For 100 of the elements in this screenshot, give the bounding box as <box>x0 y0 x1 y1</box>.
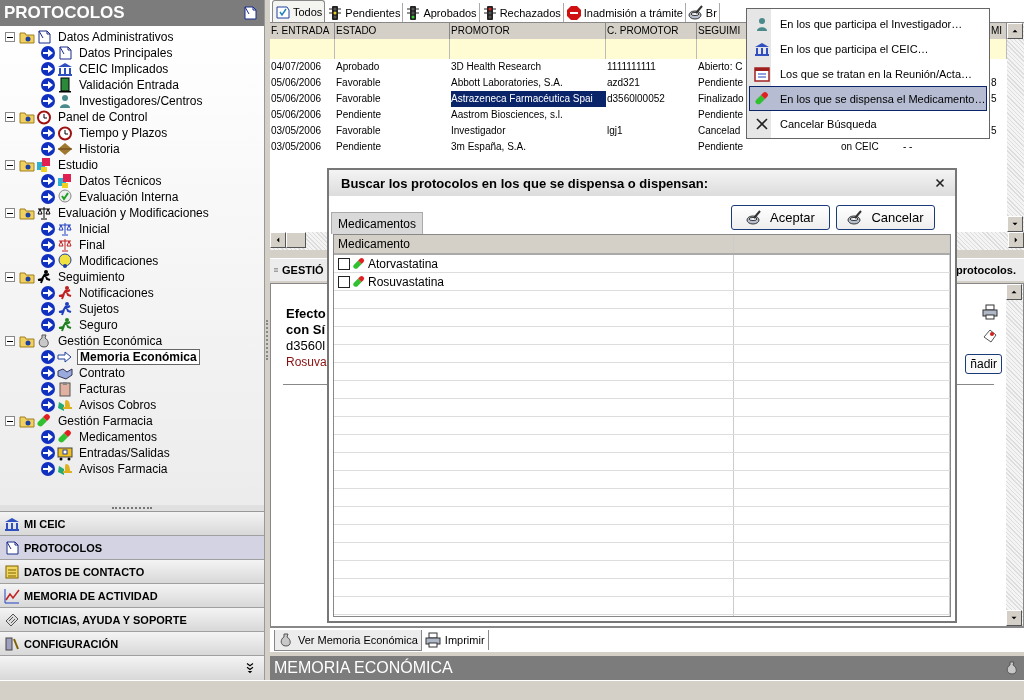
printer-icon[interactable] <box>982 304 998 320</box>
scales-icon <box>57 237 73 253</box>
calendar-icon <box>754 65 770 82</box>
collapse-icon[interactable] <box>5 32 15 42</box>
collapse-icon[interactable] <box>5 416 15 426</box>
tree-item[interactable]: Gestión Farmacia <box>56 414 155 428</box>
bell-icon <box>57 461 73 477</box>
tree-item[interactable]: Memoria Económica <box>77 349 200 365</box>
building-icon <box>754 40 770 57</box>
table-cell-text: Pendiente <box>698 140 744 154</box>
menu-item[interactable]: En los que se dispensa el Medicamento… <box>749 86 987 111</box>
tree-item[interactable]: Validación Entrada <box>77 78 181 92</box>
accept-button[interactable]: Aceptar <box>731 205 830 230</box>
checkbox[interactable] <box>338 275 350 288</box>
document-icon <box>4 539 20 556</box>
tab[interactable]: Rechazados <box>479 3 564 22</box>
tree-item[interactable]: Tiempo y Plazos <box>77 126 170 140</box>
checkbox[interactable] <box>338 257 350 270</box>
runner-icon <box>57 301 73 317</box>
building-icon <box>57 61 73 77</box>
tree-item[interactable]: CEIC Implicados <box>77 62 171 76</box>
vertical-scrollbar[interactable] <box>1007 23 1024 232</box>
tree-item[interactable]: Modificaciones <box>77 254 161 268</box>
detail-text: Efecto <box>286 306 326 322</box>
table-cell: Astrazeneca Farmacéutica Spai <box>451 91 606 107</box>
money-bag-icon <box>278 631 294 648</box>
scales-icon <box>57 221 73 237</box>
table-cell-text: 05/06/2006 <box>271 108 322 122</box>
tree-item[interactable]: Historia <box>77 142 122 156</box>
tab[interactable]: Ver Memoria Económica <box>274 629 422 651</box>
printer-icon <box>424 632 441 648</box>
tab[interactable]: Medicamentos <box>331 212 424 234</box>
nav-button[interactable]: PROTOCOLOS <box>0 536 264 560</box>
table-cell-text: Favorable <box>336 92 381 106</box>
document-icon <box>242 5 258 21</box>
footer-title: MEMORIA ECONÓMICA <box>274 659 453 677</box>
table-cell-text: Pendiente <box>698 108 744 122</box>
table-cell-text: azd321 <box>607 76 640 90</box>
tree-item[interactable]: Medicamentos <box>77 430 160 444</box>
table-cell-text: Finalizado <box>698 92 744 106</box>
diamond-icon <box>57 141 73 157</box>
tree-item[interactable]: Evaluación y Modificaciones <box>56 206 211 220</box>
tree-item[interactable]: Datos Principales <box>77 46 175 60</box>
scroll-thumb[interactable] <box>286 232 306 248</box>
tab[interactable]: Aprobados <box>403 3 480 22</box>
vertical-scrollbar[interactable] <box>1006 284 1023 626</box>
tree-item[interactable]: Sujetos <box>77 302 122 316</box>
tree-item[interactable]: Panel de Control <box>56 110 150 124</box>
menu-item[interactable]: Los que se tratan en la Reunión/Acta… <box>749 61 987 86</box>
menu-item[interactable]: En los que participa el Investigador… <box>749 11 987 36</box>
table-cell-text: 05/06/2006 <box>271 92 322 106</box>
detail-text: con Sí <box>286 322 325 338</box>
close-icon[interactable] <box>933 176 947 190</box>
table-cell-text: lgj1 <box>607 124 623 138</box>
cancel-button[interactable]: Cancelar <box>836 205 935 230</box>
menu-item[interactable]: En los que participa el CEIC… <box>749 36 987 61</box>
menu-item[interactable]: Cancelar Búsqueda <box>749 111 987 136</box>
collapse-icon[interactable] <box>5 208 15 218</box>
table-cell-text: Cancelad <box>698 124 741 138</box>
notepad-icon <box>4 563 20 580</box>
tree-item[interactable]: Facturas <box>77 382 128 396</box>
tree-item[interactable]: Estudio <box>56 158 101 172</box>
tree-item[interactable]: Final <box>77 238 107 252</box>
collapse-icon[interactable] <box>5 272 15 282</box>
help-folder-icon <box>19 269 35 285</box>
tag-icon[interactable] <box>982 328 998 344</box>
tab[interactable]: Inadmisión a trámite <box>563 3 686 22</box>
table-cell-text: Aprobado <box>336 60 380 74</box>
collapse-icon[interactable] <box>5 336 15 346</box>
shapes-icon <box>36 157 52 173</box>
add-button[interactable]: ñadir <box>965 354 1002 374</box>
collapse-icon[interactable] <box>5 160 15 170</box>
table-cell-text: Abbott Laboratories, S.A. <box>451 76 564 90</box>
cancel-icon <box>754 115 770 132</box>
tree-item[interactable]: Seguro <box>77 318 120 332</box>
splitter-handle[interactable] <box>0 505 264 512</box>
tree-item[interactable]: Inicial <box>77 222 112 236</box>
tree-item[interactable]: Gestión Económica <box>56 334 165 348</box>
tab[interactable]: Br <box>685 3 720 22</box>
tree-item[interactable]: Seguimiento <box>56 270 127 284</box>
tree-item[interactable]: Notificaciones <box>77 286 156 300</box>
tree-item[interactable]: Datos Administrativos <box>56 30 176 44</box>
tab[interactable]: Todos <box>272 0 326 22</box>
double-chevron-icon[interactable] <box>244 661 256 675</box>
collapse-icon[interactable] <box>5 112 15 122</box>
person-icon <box>754 15 770 32</box>
help-folder-icon <box>19 413 35 429</box>
handshake-icon <box>57 365 73 381</box>
table-cell-text: Abierto: C <box>698 60 743 74</box>
tree-item[interactable]: Datos Técnicos <box>77 174 164 188</box>
tab[interactable]: Imprimir <box>421 630 489 650</box>
table-cell-text: 04/07/2006 <box>271 60 322 74</box>
tree-item[interactable]: Contrato <box>77 366 128 380</box>
tree-item[interactable]: Avisos Cobros <box>77 398 159 412</box>
tree-item[interactable]: Avisos Farmacia <box>77 462 170 476</box>
tree-item[interactable]: Evaluación Interna <box>77 190 181 204</box>
clock-icon <box>36 109 52 125</box>
tree-item[interactable]: Investigadores/Centros <box>77 94 205 108</box>
tree-item[interactable]: Entradas/Salidas <box>77 446 172 460</box>
tab[interactable]: Pendientes <box>325 3 404 22</box>
